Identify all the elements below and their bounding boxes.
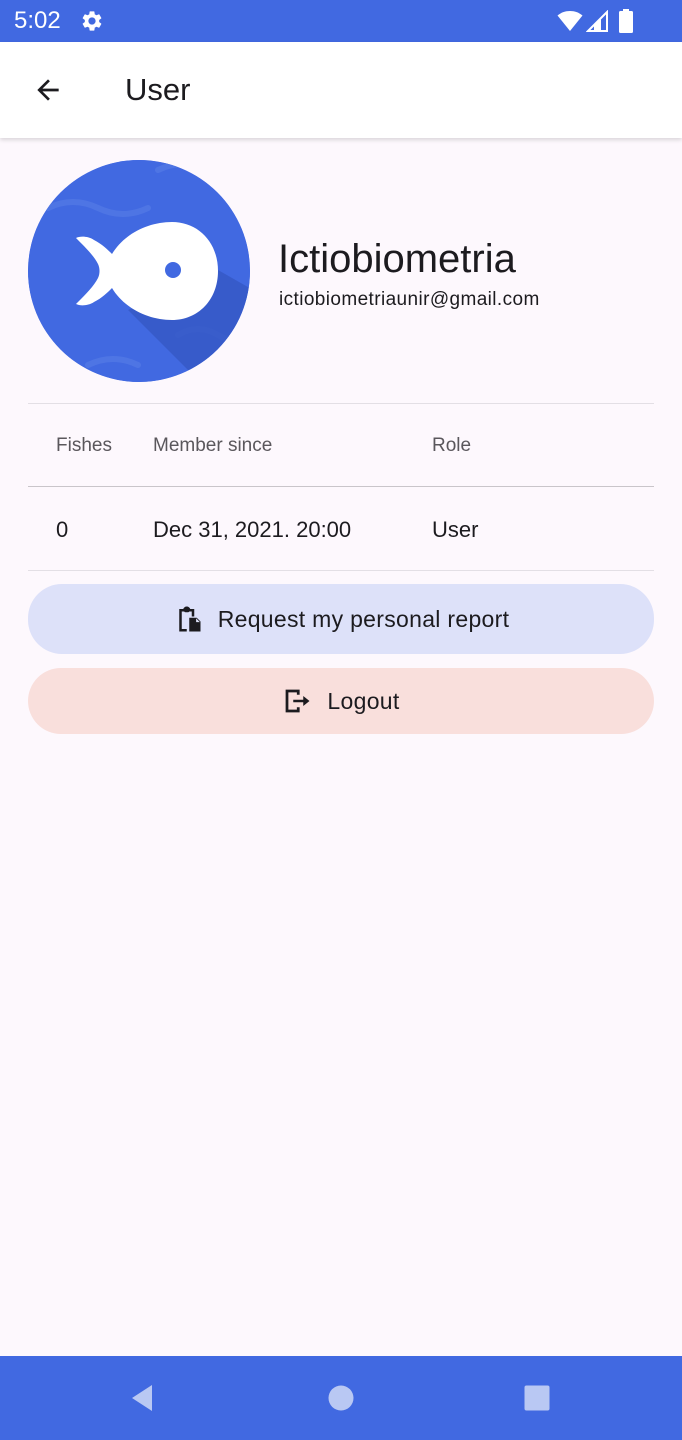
logout-icon: [286, 689, 310, 713]
clipboard-file-icon: [178, 606, 201, 632]
nav-recents-button[interactable]: [515, 1376, 559, 1420]
nav-home-button[interactable]: [319, 1376, 363, 1420]
page-title: User: [125, 72, 191, 107]
table-header-member-since: Member since: [153, 435, 273, 456]
divider: [28, 486, 654, 487]
signal-icon: [586, 10, 608, 32]
back-button[interactable]: [26, 68, 70, 112]
table-cell-role: User: [432, 517, 479, 542]
wifi-icon: [557, 11, 583, 31]
profile-email: ictiobiometriaunir@gmail.com: [279, 289, 540, 310]
battery-icon: [619, 9, 633, 33]
back-triangle-icon: [132, 1385, 152, 1411]
table-header-fishes: Fishes: [56, 435, 112, 456]
nav-back-button[interactable]: [120, 1376, 164, 1420]
table-header-role: Role: [432, 435, 472, 456]
table-cell-member-since: Dec 31, 2021. 20:00: [153, 517, 352, 542]
app-bar: User: [0, 42, 682, 138]
divider: [28, 403, 654, 404]
fish-icon: [28, 160, 250, 382]
system-nav-bar: [0, 1356, 682, 1440]
status-bar: 5:02: [0, 0, 682, 42]
profile-name: Ictiobiometria: [278, 237, 516, 281]
divider: [28, 570, 654, 571]
table-cell-fishes: 0: [56, 517, 69, 542]
logout-button[interactable]: Logout: [28, 668, 654, 734]
home-circle-icon: [328, 1385, 354, 1411]
request-report-button[interactable]: Request my personal report: [28, 584, 654, 654]
logout-label: Logout: [327, 688, 400, 714]
avatar: [28, 160, 250, 382]
recents-square-icon: [524, 1385, 550, 1411]
gear-icon: [82, 11, 102, 31]
arrow-back-icon: [37, 79, 59, 101]
status-time: 5:02: [14, 7, 61, 34]
request-report-label: Request my personal report: [217, 606, 510, 632]
